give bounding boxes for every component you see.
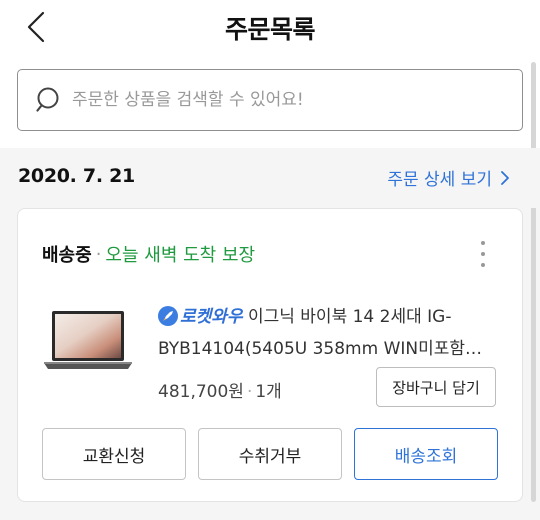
status-label: 배송중 bbox=[42, 245, 92, 266]
search-box[interactable] bbox=[17, 69, 523, 131]
product-title[interactable]: 로켓와우 이그닉 바이북 14 2세대 IG-BYB14104(5405U 35… bbox=[158, 301, 498, 365]
price-separator: · bbox=[246, 382, 253, 402]
search-icon bbox=[36, 87, 59, 112]
order-detail-label: 주문 상세 보기 bbox=[387, 170, 492, 190]
product-quantity: 1개 bbox=[255, 382, 282, 402]
exchange-request-button[interactable]: 교환신청 bbox=[42, 428, 186, 480]
order-card: 배송중 · 오늘 새벽 도착 보장 로켓와우 이그닉 바이북 14 2세대 IG… bbox=[17, 208, 523, 502]
product-price: 481,700원 bbox=[158, 382, 244, 402]
search-input[interactable] bbox=[72, 90, 492, 110]
order-date: 2020. 7. 21 bbox=[18, 165, 135, 187]
rocket-badge: 로켓와우 bbox=[180, 307, 243, 327]
status-separator: · bbox=[95, 243, 102, 265]
page-title: 주문목록 bbox=[224, 15, 316, 44]
search-area bbox=[0, 56, 540, 148]
scrollbar[interactable] bbox=[531, 62, 536, 502]
price-row: 481,700원 · 1개 bbox=[158, 377, 282, 402]
track-delivery-button[interactable]: 배송조회 bbox=[354, 428, 498, 480]
order-detail-link[interactable]: 주문 상세 보기 bbox=[387, 165, 510, 190]
order-date-row: 2020. 7. 21 주문 상세 보기 bbox=[0, 148, 540, 208]
product-image[interactable] bbox=[42, 307, 134, 377]
delivery-status: 배송중 · 오늘 새벽 도착 보장 bbox=[42, 241, 255, 267]
header: 주문목록 bbox=[0, 0, 540, 56]
status-note: 오늘 새벽 도착 보장 bbox=[105, 245, 256, 266]
chevron-right-icon bbox=[501, 170, 509, 185]
more-options-icon[interactable] bbox=[474, 241, 492, 267]
add-to-cart-button[interactable]: 장바구니 담기 bbox=[376, 367, 496, 407]
laptop-image bbox=[44, 311, 132, 369]
refuse-delivery-button[interactable]: 수취거부 bbox=[198, 428, 342, 480]
rocket-icon bbox=[158, 306, 178, 326]
